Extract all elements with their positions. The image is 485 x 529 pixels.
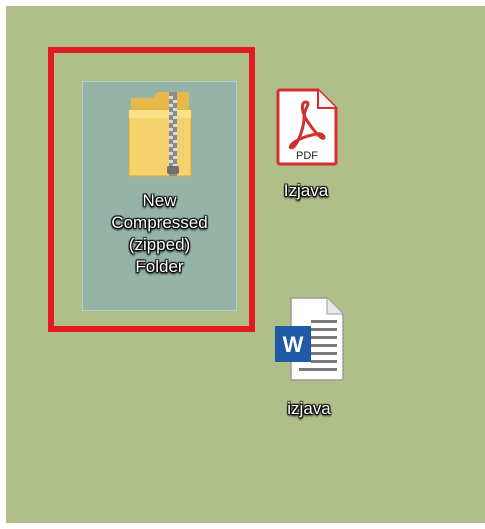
pdf-badge-text: PDF [296,150,318,162]
word-doc-icon: W [275,297,344,381]
word-badge-text: W [283,332,304,357]
zipped-folder-label: New Compressed (zipped) Folder [111,191,208,276]
pdf-icon: PDF [276,88,338,166]
desktop-icon-zipped-folder[interactable]: New Compressed (zipped) Folder [82,81,237,311]
desktop[interactable]: New Compressed (zipped) Folder PDF Izjav… [6,6,485,523]
zipped-folder-icon [128,92,191,177]
desktop-icon-pdf-izjava[interactable]: PDF Izjava [271,88,341,202]
word-file-label: izjava [287,399,331,418]
desktop-icon-word-izjava[interactable]: W izjava [269,294,349,420]
pdf-file-label: Izjava [283,181,329,200]
